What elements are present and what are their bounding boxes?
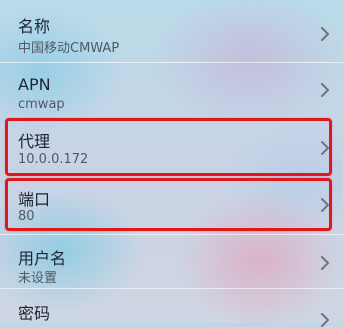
setting-value: 未设置 <box>18 271 58 286</box>
setting-value: cmwap <box>18 97 65 112</box>
setting-row-username[interactable]: 用户名 未设置 <box>0 235 343 287</box>
chevron-right-icon <box>321 83 329 97</box>
setting-row-password[interactable]: 密码 <box>0 289 343 327</box>
setting-row-apn[interactable]: APN cmwap <box>0 63 343 116</box>
setting-label: APN <box>18 75 51 94</box>
setting-value: 中国移动CMWAP <box>18 41 120 56</box>
apn-settings-list: 名称 中国移动CMWAP APN cmwap 代理 10.0.0.172 端口 … <box>0 0 343 327</box>
setting-label: 用户名 <box>18 249 67 268</box>
setting-row-name[interactable]: 名称 中国移动CMWAP <box>0 0 343 62</box>
highlight-box-port <box>5 178 332 231</box>
highlight-box-proxy <box>5 118 332 176</box>
chevron-right-icon <box>321 313 329 327</box>
setting-label: 名称 <box>18 17 51 36</box>
setting-label: 密码 <box>18 304 51 323</box>
chevron-right-icon <box>321 27 329 41</box>
chevron-right-icon <box>321 256 329 270</box>
